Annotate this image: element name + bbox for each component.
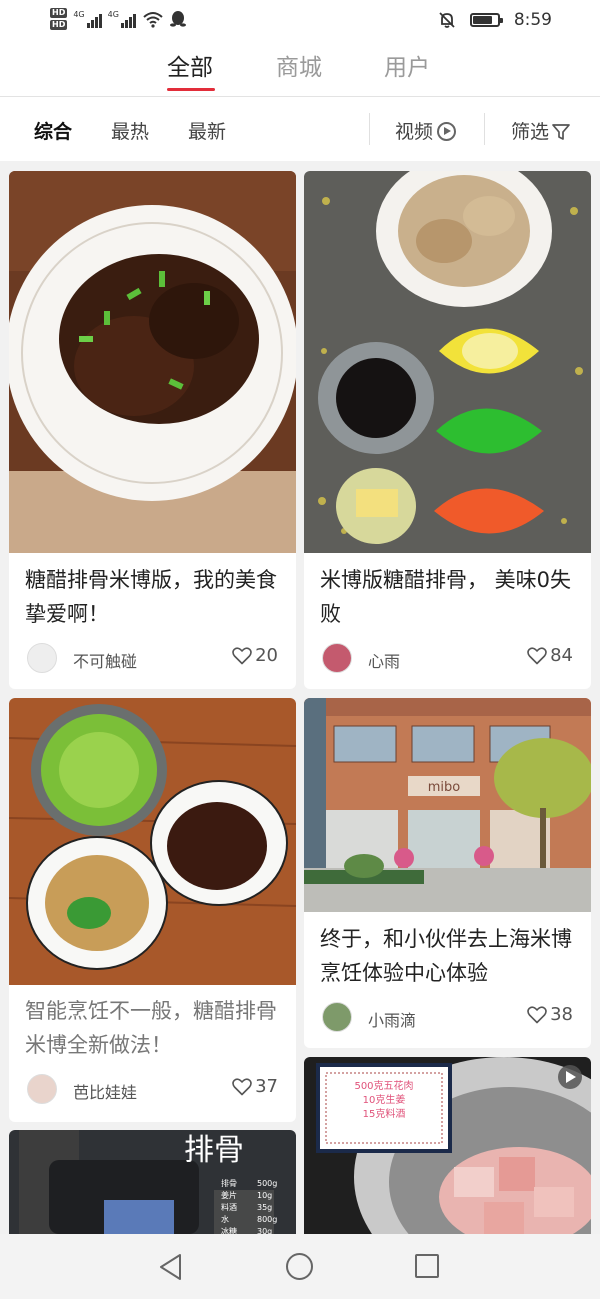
like-count: 37	[255, 1076, 278, 1097]
status-icons-right: 8:59	[438, 10, 552, 30]
sort-newest[interactable]: 最新	[188, 117, 226, 144]
hd-badge-1: HD	[50, 8, 68, 18]
heart-icon	[527, 1005, 547, 1023]
card-meta: 小雨滴 38	[322, 1002, 573, 1034]
divider	[369, 113, 370, 145]
divider	[484, 113, 485, 145]
svg-text:35g: 35g	[257, 1203, 272, 1212]
sort-hottest[interactable]: 最热	[111, 117, 149, 144]
feed-card[interactable]: 500克五花肉 10克生姜 15克料酒	[304, 1057, 591, 1234]
play-circle-icon	[437, 122, 457, 141]
avatar[interactable]	[27, 643, 57, 673]
card-title: 智能烹饪不一般，糖醋排骨米博全新做法！	[25, 999, 277, 1057]
feed-card[interactable]: 糖醋排骨米博版，我的美食挚爱啊！ 不可触碰 20	[9, 171, 296, 689]
like-count: 20	[255, 645, 278, 666]
pot-pork-photo: 500克五花肉 10克生姜 15克料酒	[304, 1057, 591, 1234]
store-sign: mibo	[428, 780, 461, 795]
status-bar: HD HD 4G 4G 8:59	[0, 0, 600, 46]
card-meta: 心雨 84	[322, 643, 573, 675]
svg-text:冰糖: 冰糖	[221, 1226, 237, 1234]
funnel-icon	[552, 124, 570, 140]
author-name[interactable]: 芭比娃娃	[73, 1079, 137, 1103]
avatar[interactable]	[322, 1002, 352, 1032]
mute-bell-icon	[439, 12, 455, 28]
feed-card[interactable]: 排骨 排骨 500g 姜片 10g 料酒 35g 水 800g 冰糖 30g	[9, 1130, 296, 1234]
heart-icon	[232, 646, 252, 664]
hd-indicators: HD HD	[50, 8, 68, 30]
filter-row: 综合 最热 最新 视频 筛选	[0, 97, 600, 161]
card-title: 米博版糖醋排骨， 美味0失败	[320, 568, 572, 626]
filter-label: 筛选	[511, 121, 550, 143]
clock: 8:59	[513, 10, 552, 30]
card-title: 糖醋排骨米博版，我的美食挚爱啊！	[25, 568, 277, 626]
tab-users[interactable]: 用户	[384, 48, 430, 82]
feed-card[interactable]: 米博版糖醋排骨， 美味0失败 心雨 84	[304, 171, 591, 689]
author-name[interactable]: 小雨滴	[368, 1007, 416, 1031]
avatar[interactable]	[322, 643, 352, 673]
storefront-photo: mibo	[304, 698, 591, 912]
svg-text:姜片: 姜片	[221, 1190, 237, 1200]
back-icon[interactable]	[158, 1253, 184, 1281]
dishes-photo	[9, 698, 296, 985]
like-count: 38	[550, 1004, 573, 1025]
active-tab-indicator	[167, 88, 215, 91]
dish-photo	[9, 171, 296, 553]
svg-text:500克五花肉: 500克五花肉	[354, 1079, 413, 1092]
signal-icon-sim1: 4G	[73, 10, 102, 28]
author-name[interactable]: 心雨	[368, 648, 400, 672]
tab-all[interactable]: 全部	[167, 48, 213, 82]
sort-comprehensive[interactable]: 综合	[34, 117, 72, 144]
feed-card[interactable]: mibo 终于，和小伙伴去上海米博烹饪体验中心体验 小雨滴 38	[304, 698, 591, 1048]
home-icon[interactable]	[286, 1253, 313, 1280]
battery-level	[472, 16, 493, 24]
tab-mall[interactable]: 商城	[276, 48, 322, 82]
svg-text:800g: 800g	[257, 1215, 277, 1224]
video-filter-button[interactable]: 视频	[395, 117, 457, 144]
like-button[interactable]: 84	[527, 645, 573, 666]
card-meta: 不可触碰 20	[27, 643, 278, 675]
recipe-overlay-title: 排骨	[184, 1133, 244, 1168]
filter-button[interactable]: 筛选	[511, 117, 570, 144]
ingredients-photo	[304, 171, 591, 553]
card-meta: 芭比娃娃 37	[27, 1074, 278, 1106]
like-button[interactable]: 38	[527, 1004, 573, 1025]
card-title: 终于，和小伙伴去上海米博烹饪体验中心体验	[320, 927, 572, 985]
author-name[interactable]: 不可触碰	[73, 648, 137, 672]
top-tab-bar: 全部 商城 用户	[0, 46, 600, 98]
recent-apps-icon[interactable]	[415, 1254, 439, 1278]
hd-badge-2: HD	[50, 20, 68, 30]
recipe-card-photo: 排骨 排骨 500g 姜片 10g 料酒 35g 水 800g 冰糖 30g	[9, 1130, 296, 1234]
like-count: 84	[550, 645, 573, 666]
svg-text:500g: 500g	[257, 1179, 277, 1188]
svg-text:30g: 30g	[257, 1227, 272, 1234]
feed-card[interactable]: 智能烹饪不一般，糖醋排骨米博全新做法！ 芭比娃娃 37	[9, 698, 296, 1122]
like-button[interactable]: 20	[232, 645, 278, 666]
svg-text:10g: 10g	[257, 1191, 272, 1200]
avatar[interactable]	[27, 1074, 57, 1104]
heart-icon	[527, 646, 547, 664]
system-nav-bar	[0, 1234, 600, 1299]
svg-text:10克生姜: 10克生姜	[363, 1093, 406, 1106]
wifi-icon	[143, 12, 163, 28]
svg-text:料酒: 料酒	[221, 1202, 237, 1212]
svg-text:排骨: 排骨	[221, 1178, 237, 1188]
qq-penguin-icon	[169, 11, 186, 27]
svg-text:15克料酒: 15克料酒	[363, 1107, 406, 1120]
signal-icon-sim2: 4G	[108, 10, 136, 28]
heart-icon	[232, 1077, 252, 1095]
battery-icon	[469, 13, 503, 27]
status-icons-left: HD HD 4G 4G	[50, 8, 186, 30]
like-button[interactable]: 37	[232, 1076, 278, 1097]
svg-text:水: 水	[221, 1214, 229, 1224]
video-filter-label: 视频	[395, 121, 434, 143]
